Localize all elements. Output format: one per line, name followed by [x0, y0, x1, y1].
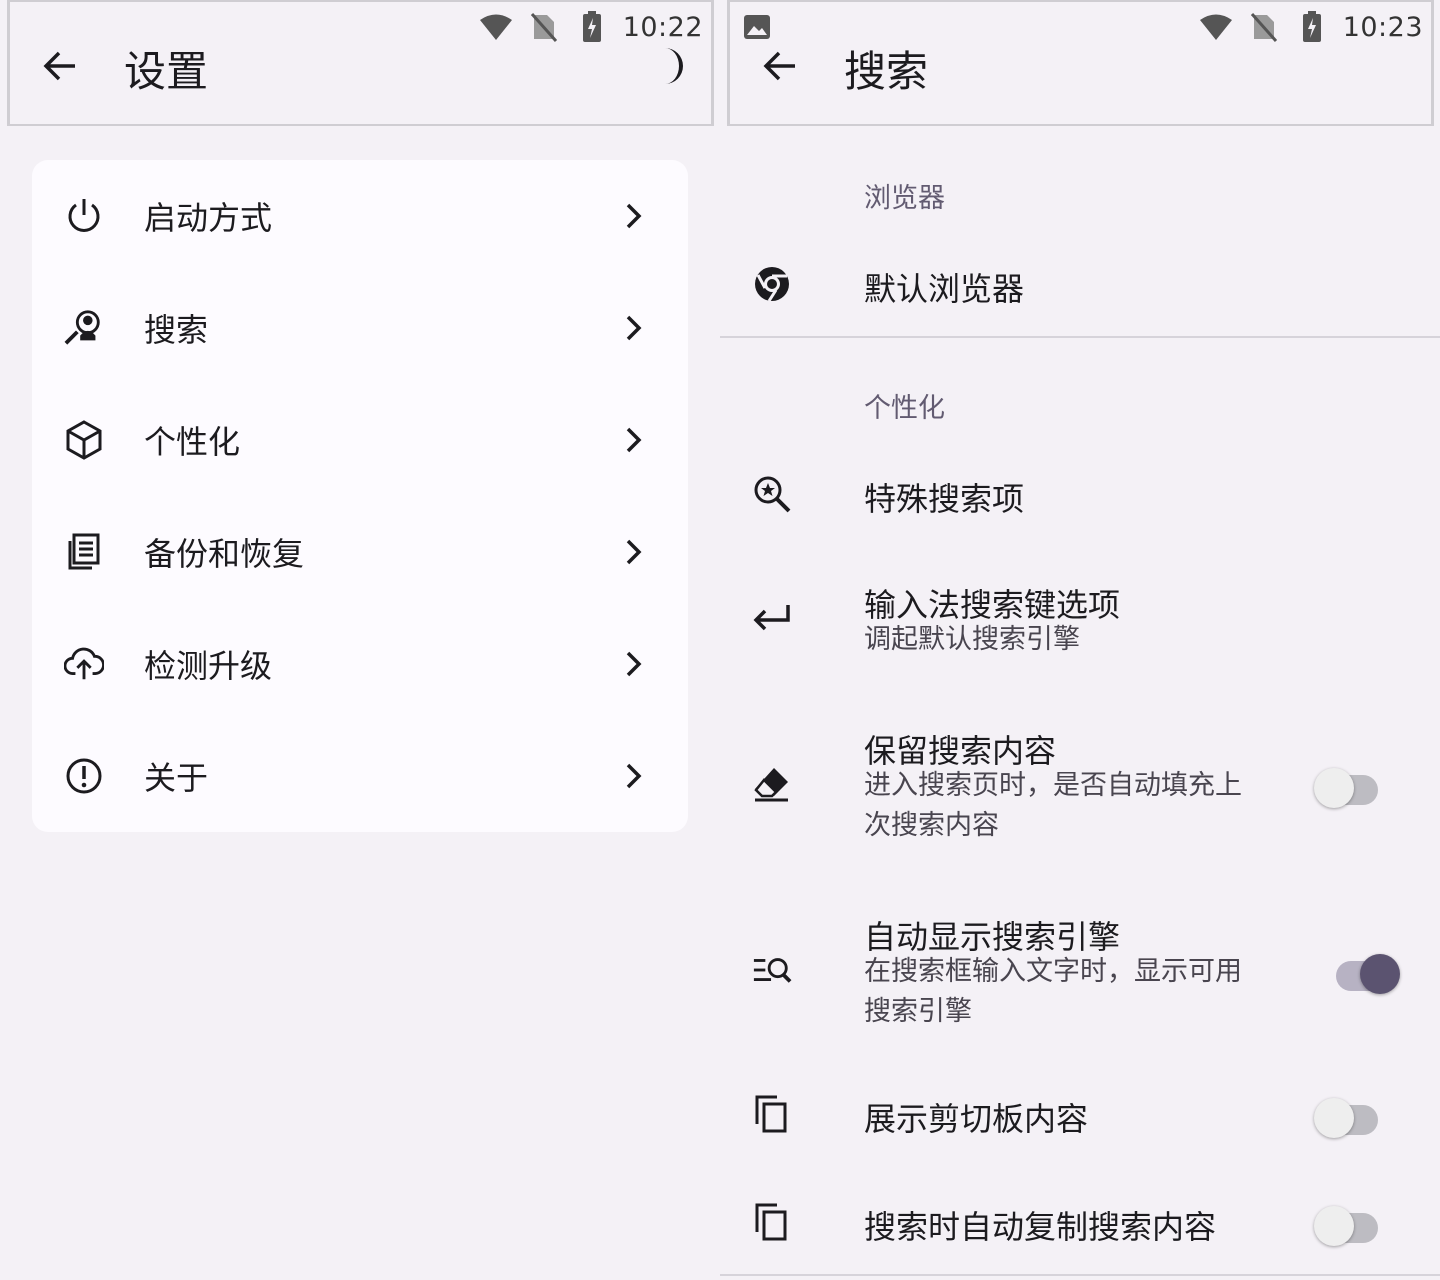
menu-item-label: 个性化 — [144, 423, 241, 461]
arrow-back-icon — [43, 51, 75, 81]
image-notification-icon — [742, 12, 772, 42]
pref-auto-show-engines[interactable]: 自动显示搜索引擎 在搜索框输入文字时，显示可用搜索引擎 — [720, 896, 1440, 1042]
section-title-personalize: 个性化 — [864, 393, 945, 424]
section-title-browser: 浏览器 — [864, 183, 945, 214]
chevron-right-icon — [620, 426, 648, 454]
battery-charging-icon — [1295, 10, 1329, 44]
keep-search-content-switch[interactable] — [1314, 760, 1386, 808]
menu-item-label: 启动方式 — [144, 199, 273, 237]
switch-thumb — [1314, 1206, 1354, 1246]
search-person-icon — [64, 308, 104, 348]
switch-thumb — [1360, 954, 1400, 994]
search-settings-screen: 10:23 搜索 浏览器 默认浏览器 个性化 特殊搜索项 输入法搜索键选项 调起… — [720, 0, 1440, 1280]
list-search-icon — [752, 950, 792, 990]
pref-subtitle: 进入搜索页时，是否自动填充上次搜索内容 — [864, 770, 1242, 841]
status-time: 10:23 — [1342, 11, 1423, 43]
status-bar: 10:22 — [479, 8, 703, 46]
pref-auto-copy-search[interactable]: 搜索时自动复制搜索内容 — [720, 1176, 1440, 1272]
clipboard-copy-icon — [752, 1094, 792, 1134]
pref-default-browser[interactable]: 默认浏览器 — [720, 236, 1440, 332]
pref-subtitle: 调起默认搜索引擎 — [864, 624, 1080, 655]
pref-keep-search-content[interactable]: 保留搜索内容 进入搜索页时，是否自动填充上次搜索内容 — [720, 710, 1440, 856]
enter-key-icon — [752, 598, 792, 638]
document-copy-icon — [64, 532, 104, 572]
top-app-bar: 10:23 搜索 — [727, 0, 1434, 126]
clipboard-copy-icon — [752, 1202, 792, 1242]
chevron-right-icon — [620, 650, 648, 678]
pref-special-search-items[interactable]: 特殊搜索项 — [720, 446, 1440, 542]
page-title: 设置 — [124, 47, 209, 96]
menu-item-check-update[interactable]: 检测升级 — [32, 608, 688, 720]
auto-show-engines-switch[interactable] — [1328, 946, 1400, 994]
wifi-icon — [479, 10, 513, 44]
chevron-right-icon — [620, 538, 648, 566]
status-bar: 10:23 — [1199, 8, 1423, 46]
info-alert-icon — [64, 756, 104, 796]
menu-item-label: 检测升级 — [144, 647, 273, 685]
auto-copy-search-switch[interactable] — [1314, 1198, 1386, 1246]
menu-item-label: 搜索 — [144, 311, 209, 349]
pref-title: 默认浏览器 — [864, 270, 1025, 308]
menu-item-label: 关于 — [144, 759, 209, 797]
menu-item-about[interactable]: 关于 — [32, 720, 688, 832]
settings-menu-card: 启动方式 搜索 个性化 备份和恢复 检测升级 关于 — [32, 160, 688, 832]
top-app-bar: 10:22 设置 — [7, 0, 714, 126]
status-time: 10:22 — [622, 11, 703, 43]
pref-title: 展示剪切板内容 — [864, 1100, 1089, 1138]
pref-ime-search-key[interactable]: 输入法搜索键选项 调起默认搜索引擎 — [720, 560, 1440, 676]
moon-icon — [665, 48, 683, 84]
page-title: 搜索 — [844, 47, 929, 96]
no-sim-icon — [1247, 10, 1281, 44]
pref-subtitle: 在搜索框输入文字时，显示可用搜索引擎 — [864, 956, 1242, 1027]
menu-item-search[interactable]: 搜索 — [32, 272, 688, 384]
power-icon — [64, 196, 104, 236]
settings-screen: 10:22 设置 启动方式 搜索 个性化 备份和恢复 检测升级 关于 — [0, 0, 720, 1280]
wifi-icon — [1199, 10, 1233, 44]
chrome-icon — [752, 264, 792, 304]
menu-item-launch-mode[interactable]: 启动方式 — [32, 160, 688, 272]
menu-item-personalize[interactable]: 个性化 — [32, 384, 688, 496]
back-button[interactable] — [756, 42, 804, 90]
section-divider — [720, 336, 1440, 338]
no-sim-icon — [527, 10, 561, 44]
pref-title: 特殊搜索项 — [864, 480, 1025, 518]
menu-item-label: 备份和恢复 — [144, 535, 305, 573]
cloud-upload-icon — [64, 644, 104, 684]
eraser-icon — [752, 764, 792, 804]
battery-charging-icon — [575, 10, 609, 44]
arrow-back-icon — [763, 51, 795, 81]
chevron-right-icon — [620, 202, 648, 230]
switch-thumb — [1314, 1098, 1354, 1138]
dark-mode-button[interactable] — [651, 46, 691, 86]
search-star-icon — [752, 474, 792, 514]
pref-show-clipboard[interactable]: 展示剪切板内容 — [720, 1068, 1440, 1164]
chevron-right-icon — [620, 762, 648, 790]
pref-title: 搜索时自动复制搜索内容 — [864, 1208, 1217, 1246]
cube-icon — [64, 420, 104, 460]
switch-thumb — [1314, 768, 1354, 808]
bottom-divider — [720, 1274, 1440, 1276]
back-button[interactable] — [36, 42, 84, 90]
menu-item-backup-restore[interactable]: 备份和恢复 — [32, 496, 688, 608]
chevron-right-icon — [620, 314, 648, 342]
show-clipboard-switch[interactable] — [1314, 1090, 1386, 1138]
